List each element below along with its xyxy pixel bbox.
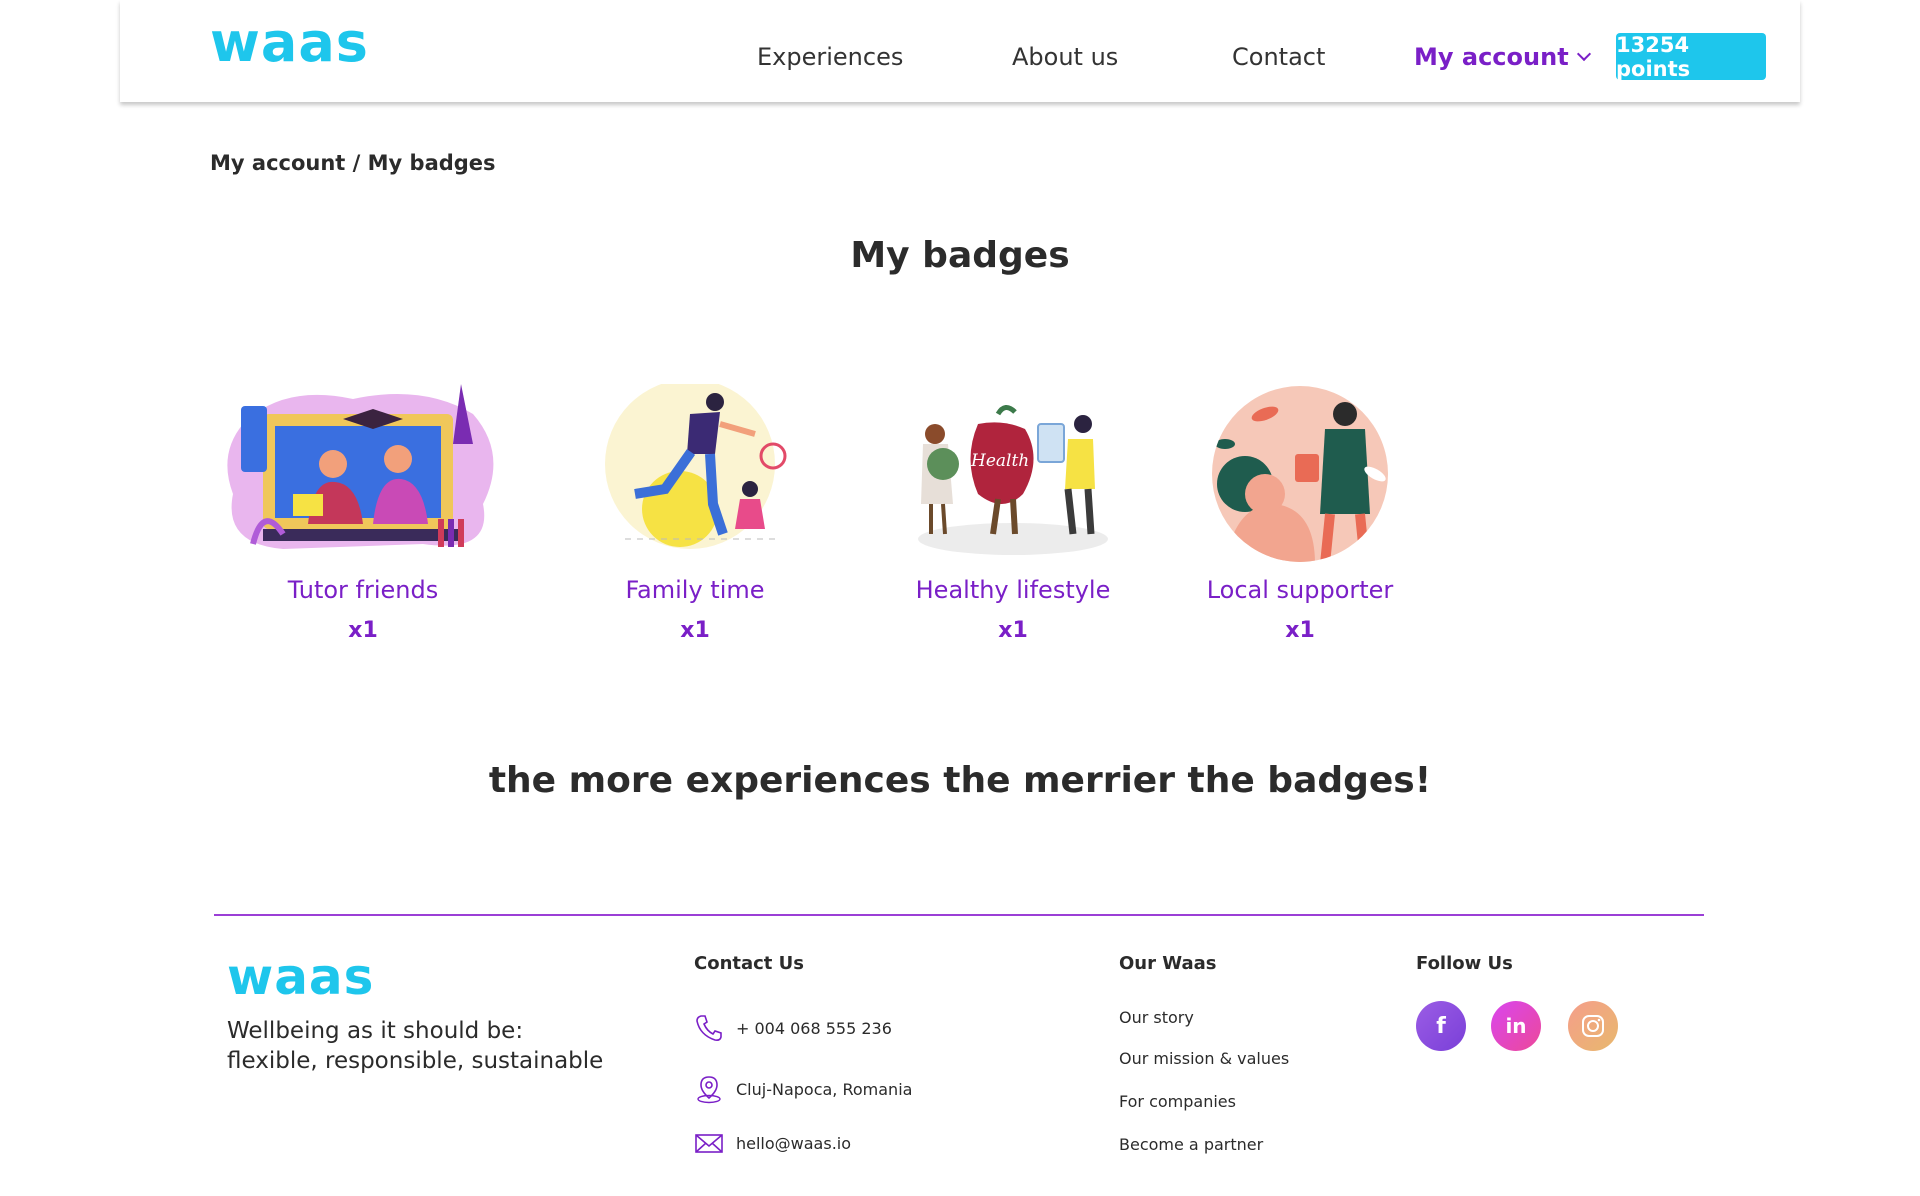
family-time-illustration <box>545 384 845 564</box>
footer-tagline-line2: flexible, responsible, sustainable <box>227 1048 604 1074</box>
instagram-icon[interactable] <box>1568 1001 1618 1051</box>
badge-local-supporter: Local supporter x1 <box>1150 384 1450 643</box>
badge-family-time: Family time x1 <box>545 384 845 643</box>
facebook-icon[interactable]: f <box>1416 1001 1466 1051</box>
breadcrumb: My account / My badges <box>210 151 496 175</box>
badge-name: Family time <box>625 576 765 604</box>
contact-phone[interactable]: + 004 068 555 236 <box>694 1013 892 1043</box>
badge-count: x1 <box>348 618 378 643</box>
badge-tutor-friends: Tutor friends x1 <box>213 384 513 643</box>
healthy-lifestyle-illustration: Health <box>863 384 1163 564</box>
nav-experiences[interactable]: Experiences <box>757 43 903 71</box>
badge-count: x1 <box>998 618 1028 643</box>
linkedin-icon[interactable]: in <box>1491 1001 1541 1051</box>
health-apple-label: Health <box>970 451 1029 471</box>
page-title: My badges <box>850 235 1070 276</box>
breadcrumb-current: My badges <box>367 151 496 175</box>
our-waas-heading: Our Waas <box>1119 953 1217 974</box>
local-supporter-illustration <box>1150 384 1450 564</box>
tutor-friends-illustration <box>213 384 513 564</box>
nav-contact[interactable]: Contact <box>1232 43 1325 71</box>
badge-name: Tutor friends <box>287 576 439 604</box>
top-navbar: waas Experiences About us Contact My acc… <box>120 0 1800 102</box>
follow-us-heading: Follow Us <box>1416 953 1513 974</box>
badge-count: x1 <box>1285 618 1315 643</box>
footer-link-become-partner[interactable]: Become a partner <box>1119 1135 1263 1154</box>
badge-count: x1 <box>680 618 710 643</box>
footer-link-our-story[interactable]: Our story <box>1119 1008 1194 1027</box>
phone-icon <box>696 1015 722 1041</box>
location-text: Cluj-Napoca, Romania <box>736 1079 913 1099</box>
email-address: hello@waas.io <box>736 1133 852 1153</box>
location-pin-icon <box>697 1076 721 1104</box>
waas-logo[interactable]: waas <box>210 16 369 70</box>
contact-email[interactable]: hello@waas.io <box>694 1128 851 1158</box>
footer-link-for-companies[interactable]: For companies <box>1119 1092 1236 1111</box>
footer-link-mission-values[interactable]: Our mission & values <box>1119 1049 1289 1068</box>
phone-number: + 004 068 555 236 <box>736 1018 892 1038</box>
footer-divider <box>214 914 1704 916</box>
instagram-glyph <box>1582 1015 1604 1037</box>
footer-tagline: Wellbeing as it should be: flexible, res… <box>227 1016 647 1076</box>
badge-name: Local supporter <box>1206 576 1394 604</box>
contact-us-heading: Contact Us <box>694 953 805 974</box>
nav-my-account-dropdown[interactable]: My account <box>1414 43 1591 71</box>
nav-about-us[interactable]: About us <box>1012 43 1118 71</box>
my-account-label: My account <box>1414 43 1569 71</box>
badges-tagline: the more experiences the merrier the bad… <box>488 760 1432 801</box>
points-button[interactable]: 13254 points <box>1616 33 1766 81</box>
footer-waas-logo[interactable]: waas <box>227 952 374 1002</box>
breadcrumb-my-account[interactable]: My account <box>210 151 345 175</box>
contact-location[interactable]: Cluj-Napoca, Romania <box>694 1074 912 1104</box>
badge-healthy-lifestyle: Health Healthy lifestyle x1 <box>863 384 1163 643</box>
badge-name: Healthy lifestyle <box>915 576 1111 604</box>
footer-tagline-line1: Wellbeing as it should be: <box>227 1018 524 1044</box>
envelope-icon <box>695 1134 723 1153</box>
breadcrumb-separator: / <box>345 151 368 175</box>
chevron-down-icon <box>1576 46 1591 62</box>
